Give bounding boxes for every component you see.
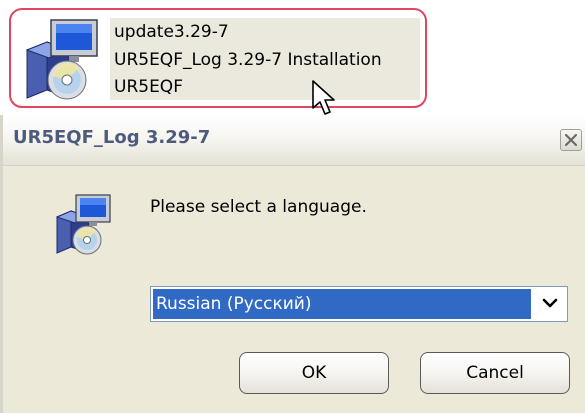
file-description: UR5EQF_Log 3.29-7 Installation xyxy=(114,50,382,70)
installer-package-icon xyxy=(25,19,98,100)
installer-package-icon xyxy=(55,194,111,255)
dialog-title: UR5EQF_Log 3.29-7 xyxy=(13,127,211,148)
dialog-prompt: Please select a language. xyxy=(150,197,367,217)
dialog-titlebar[interactable]: UR5EQF_Log 3.29-7 xyxy=(3,115,585,166)
mouse-pointer-icon xyxy=(312,80,335,115)
chevron-down-icon[interactable] xyxy=(535,289,565,319)
installer-file-tile[interactable]: update3.29-7 UR5EQF_Log 3.29-7 Installat… xyxy=(9,8,427,108)
close-icon xyxy=(565,134,577,146)
language-select[interactable]: Russian (Русский) xyxy=(150,286,568,322)
cancel-button[interactable]: Cancel xyxy=(420,352,570,394)
ok-button[interactable]: OK xyxy=(239,352,389,394)
close-button[interactable] xyxy=(560,129,582,151)
language-dialog: UR5EQF_Log 3.29-7 Please select a langua… xyxy=(0,115,585,413)
file-name: update3.29-7 xyxy=(114,22,229,42)
file-company: UR5EQF xyxy=(114,77,183,97)
language-select-value: Russian (Русский) xyxy=(153,289,531,319)
